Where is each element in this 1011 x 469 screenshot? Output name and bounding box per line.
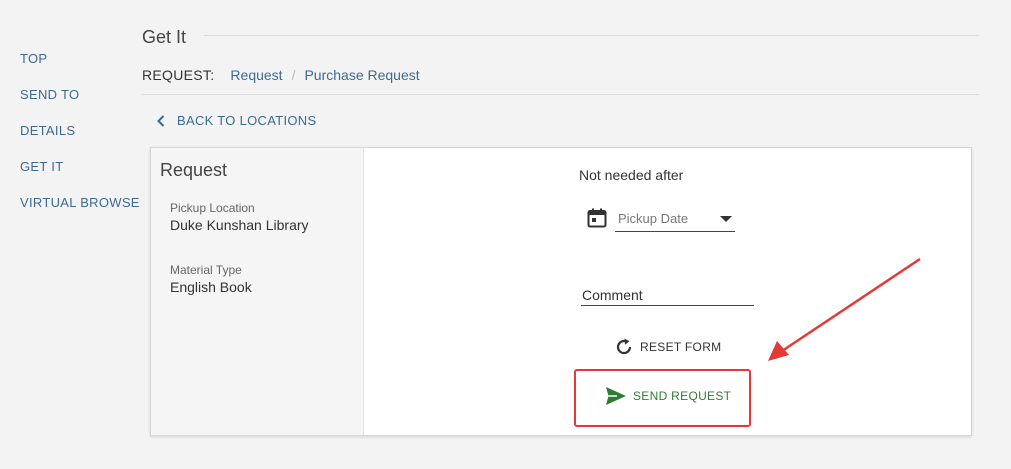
section-title: Get It [142, 27, 187, 47]
breadcrumb-link-request[interactable]: Request [230, 67, 282, 83]
pickup-date-select[interactable]: Pickup Date [615, 208, 735, 232]
breadcrumb-divider [142, 94, 979, 95]
pickup-location-group: Pickup Location Duke Kunshan Library [160, 201, 363, 233]
reset-form-button[interactable]: RESET FORM [614, 337, 721, 357]
page: TOP SEND TO DETAILS GET IT VIRTUAL BROWS… [0, 0, 1011, 469]
calendar-icon[interactable] [587, 208, 607, 228]
send-request-label: SEND REQUEST [633, 389, 732, 403]
comment-input[interactable] [581, 284, 754, 306]
material-type-label: Material Type [170, 263, 242, 277]
pickup-location-label: Pickup Location [170, 201, 255, 215]
pickup-location-value: Duke Kunshan Library [170, 217, 309, 233]
send-request-button[interactable]: SEND REQUEST [605, 386, 731, 406]
breadcrumb: REQUEST: Request / Purchase Request [142, 67, 420, 83]
material-type-group: Material Type English Book [160, 263, 363, 295]
not-needed-after-label: Not needed after [579, 167, 684, 183]
back-to-locations-label: BACK TO LOCATIONS [177, 113, 317, 128]
reset-form-label: RESET FORM [640, 340, 722, 354]
title-divider [204, 35, 979, 36]
chevron-left-icon [157, 114, 165, 127]
request-summary-panel: Request Pickup Location Duke Kunshan Lib… [151, 148, 364, 435]
nav-item-virtual-browse[interactable]: VIRTUAL BROWSE [20, 196, 140, 232]
annotation-arrow [768, 257, 921, 361]
breadcrumb-label: REQUEST: [142, 67, 215, 83]
back-to-locations-button[interactable]: BACK TO LOCATIONS [155, 113, 316, 128]
dropdown-caret-icon [720, 216, 732, 222]
request-panel-title: Request [160, 160, 228, 180]
breadcrumb-separator: / [291, 67, 296, 83]
material-type-value: English Book [170, 279, 252, 295]
nav-item-send-to[interactable]: SEND TO [20, 88, 140, 124]
refresh-icon [616, 338, 632, 355]
breadcrumb-link-purchase-request[interactable]: Purchase Request [304, 67, 419, 83]
nav-item-details[interactable]: DETAILS [20, 124, 140, 160]
side-nav: TOP SEND TO DETAILS GET IT VIRTUAL BROWS… [20, 52, 140, 232]
send-icon [606, 387, 626, 405]
nav-item-get-it[interactable]: GET IT [20, 160, 140, 196]
pickup-date-placeholder: Pickup Date [618, 211, 689, 226]
nav-item-top[interactable]: TOP [20, 52, 140, 88]
